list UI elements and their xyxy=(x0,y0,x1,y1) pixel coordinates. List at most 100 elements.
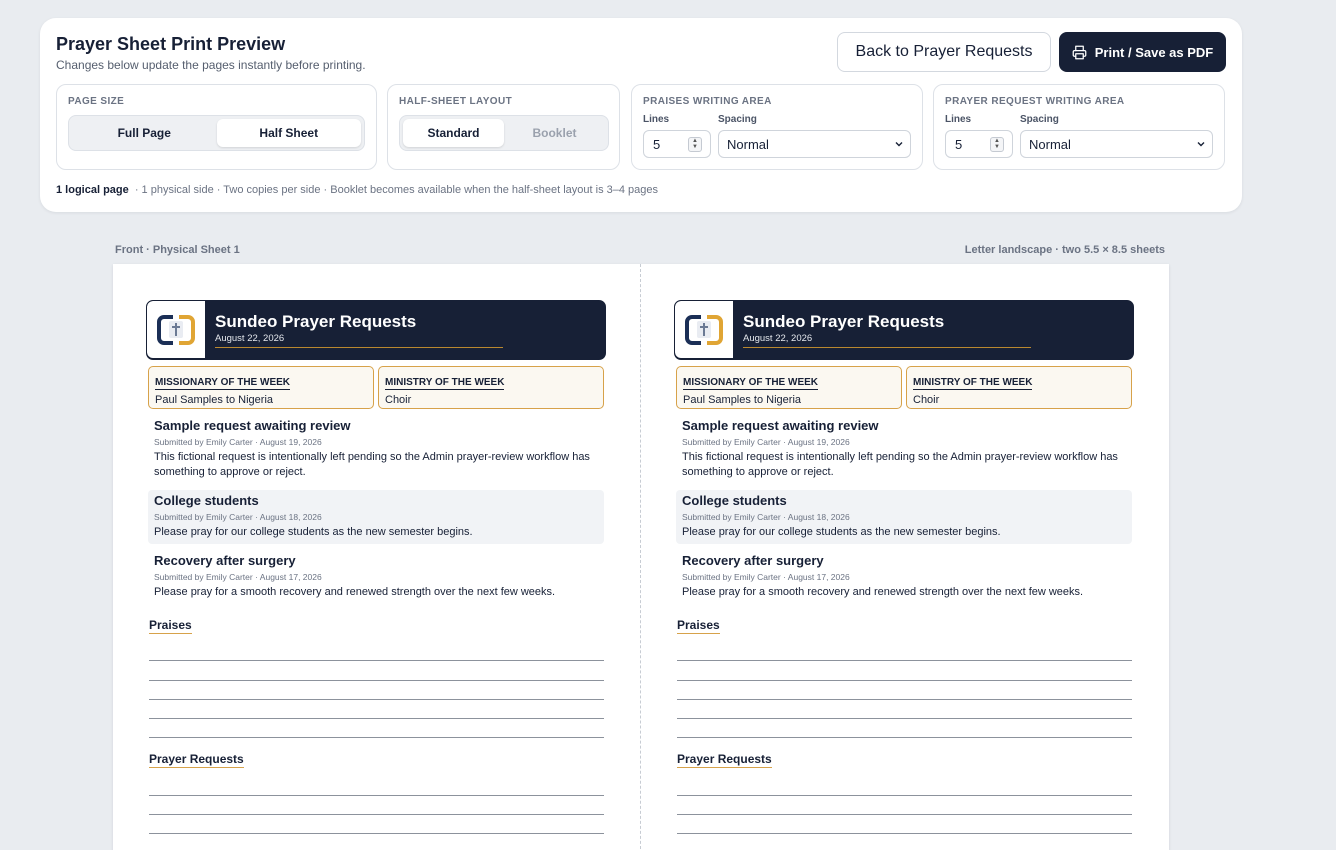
missionary-value: Paul Samples to Nigeria xyxy=(155,394,274,406)
fold-line xyxy=(640,264,641,850)
church-logo xyxy=(675,301,733,358)
print-save-pdf-button[interactable]: Print / Save as PDF xyxy=(1059,32,1226,72)
page-subtitle: Changes below update the pages instantly… xyxy=(56,58,366,72)
sheet-header: Sundeo Prayer Requests August 22, 2026 xyxy=(146,300,606,360)
writing-line xyxy=(677,700,1132,720)
prayer-request-item: Sample request awaiting review Submitted… xyxy=(148,415,604,484)
sundeo-logo-icon xyxy=(157,314,195,345)
missionary-label: MISSIONARY OF THE WEEK xyxy=(155,377,291,390)
writing-line xyxy=(677,776,1132,796)
church-logo xyxy=(147,301,205,358)
praises-heading: Praises xyxy=(677,618,720,634)
request-title: Sample request awaiting review xyxy=(682,418,879,433)
page-title: Prayer Sheet Print Preview xyxy=(56,34,286,54)
sheet-date: August 22, 2026 xyxy=(743,333,1031,348)
sheet-copy-left: Sundeo Prayer Requests August 22, 2026 M… xyxy=(146,300,606,850)
praises-heading: Praises xyxy=(149,618,192,634)
sheet-title: Sundeo Prayer Requests xyxy=(743,312,945,331)
writing-line xyxy=(149,661,604,681)
praises-writing-lines xyxy=(149,642,604,739)
prayer-writing-area-group: PRAYER REQUEST WRITING AREA Lines Spacin… xyxy=(933,84,1225,170)
writing-line xyxy=(149,834,604,850)
printer-icon xyxy=(1072,45,1087,59)
back-to-prayer-requests-button[interactable]: Back to Prayer Requests xyxy=(837,32,1051,72)
chevron-down-icon xyxy=(1197,142,1205,147)
praises-spacing-select[interactable]: Normal xyxy=(718,130,911,158)
prayer-requests-heading: Prayer Requests xyxy=(149,752,244,769)
summary-details: · 1 physical side · Two copies per side … xyxy=(134,184,659,196)
request-meta: Submitted by Emily Carter · August 18, 2… xyxy=(154,512,322,522)
ministry-of-week: MINISTRY OF THE WEEK Choir xyxy=(906,366,1132,409)
standard-option[interactable]: Standard xyxy=(403,119,504,147)
prayer-request-item: College students Submitted by Emily Cart… xyxy=(676,490,1132,544)
week-highlights: MISSIONARY OF THE WEEK Paul Samples to N… xyxy=(146,366,606,409)
ministry-label: MINISTRY OF THE WEEK xyxy=(913,377,1033,390)
writing-line xyxy=(677,719,1132,739)
half-sheet-layout-group: HALF-SHEET LAYOUT Standard Booklet xyxy=(387,84,620,170)
writing-line xyxy=(677,681,1132,700)
writing-line xyxy=(149,719,604,739)
sheet-header: Sundeo Prayer Requests August 22, 2026 xyxy=(674,300,1134,360)
ministry-label: MINISTRY OF THE WEEK xyxy=(385,377,505,390)
writing-line xyxy=(149,642,604,662)
chevron-down-icon xyxy=(895,142,903,147)
request-body: Please pray for a smooth recovery and re… xyxy=(154,586,556,598)
praises-spacing-value: Normal xyxy=(727,136,769,152)
prayer-spacing-label: Spacing xyxy=(1020,114,1059,125)
prayer-requests-heading: Prayer Requests xyxy=(677,752,772,769)
request-title: Recovery after surgery xyxy=(154,553,296,568)
page-size-label: PAGE SIZE xyxy=(68,96,125,107)
writing-line xyxy=(677,796,1132,816)
prayer-request-item: Recovery after surgery Submitted by Emil… xyxy=(676,550,1132,604)
prayer-lines-input[interactable]: 5 ▲ ▼ xyxy=(945,130,1013,158)
sheet-title: Sundeo Prayer Requests xyxy=(215,312,417,331)
ministry-value: Choir xyxy=(913,394,940,406)
writing-line xyxy=(677,642,1132,662)
praises-area-label: PRAISES WRITING AREA xyxy=(643,96,772,107)
request-title: Recovery after surgery xyxy=(682,553,824,568)
prayer-lines-stepper[interactable]: ▲ ▼ xyxy=(990,137,1004,152)
praises-lines-label: Lines xyxy=(643,114,670,125)
sheet-caption-right: Letter landscape · two 5.5 × 8.5 sheets xyxy=(964,244,1165,256)
prayer-lines-label: Lines xyxy=(945,114,972,125)
writing-line xyxy=(149,681,604,700)
praises-lines-value: 5 xyxy=(653,136,661,152)
missionary-of-week: MISSIONARY OF THE WEEK Paul Samples to N… xyxy=(676,366,902,409)
prayer-request-item: College students Submitted by Emily Cart… xyxy=(148,490,604,544)
request-body: Please pray for our college students as … xyxy=(682,526,1001,538)
sheet-caption-left: Front · Physical Sheet 1 xyxy=(115,244,240,256)
half-sheet-option[interactable]: Half Sheet xyxy=(216,119,361,147)
ministry-value: Choir xyxy=(385,394,412,406)
request-body: Please pray for a smooth recovery and re… xyxy=(682,586,1084,598)
prayer-spacing-value: Normal xyxy=(1029,136,1071,152)
request-title: College students xyxy=(682,493,787,508)
page-size-group: PAGE SIZE Full Page Half Sheet xyxy=(56,84,377,170)
praises-lines-stepper[interactable]: ▲ ▼ xyxy=(688,137,702,152)
writing-line xyxy=(149,815,604,835)
summary-page-count: 1 logical page xyxy=(56,184,129,196)
prayer-lines-value: 5 xyxy=(955,136,963,152)
writing-line xyxy=(677,661,1132,681)
sheet-copy-right: Sundeo Prayer Requests August 22, 2026 M… xyxy=(674,300,1134,850)
request-body: Please pray for our college students as … xyxy=(154,526,473,538)
praises-spacing-label: Spacing xyxy=(718,114,757,125)
prayer-writing-lines xyxy=(677,776,1132,850)
writing-line xyxy=(677,834,1132,850)
full-page-option[interactable]: Full Page xyxy=(72,119,217,147)
page-size-toggle: Full Page Half Sheet xyxy=(68,115,365,151)
missionary-label: MISSIONARY OF THE WEEK xyxy=(683,377,819,390)
sundeo-logo-icon xyxy=(685,314,723,345)
print-button-label: Print / Save as PDF xyxy=(1094,44,1214,60)
ministry-of-week: MINISTRY OF THE WEEK Choir xyxy=(378,366,604,409)
missionary-of-week: MISSIONARY OF THE WEEK Paul Samples to N… xyxy=(148,366,374,409)
prayer-writing-lines xyxy=(149,776,604,850)
praises-lines-input[interactable]: 5 ▲ ▼ xyxy=(643,130,711,158)
prayer-spacing-select[interactable]: Normal xyxy=(1020,130,1213,158)
request-body: This fictional request is intentionally … xyxy=(682,451,1118,478)
request-body: This fictional request is intentionally … xyxy=(154,451,590,478)
request-meta: Submitted by Emily Carter · August 17, 2… xyxy=(682,572,850,582)
booklet-option[interactable]: Booklet xyxy=(504,119,605,147)
request-meta: Submitted by Emily Carter · August 18, 2… xyxy=(682,512,850,522)
missionary-value: Paul Samples to Nigeria xyxy=(683,394,802,406)
writing-line xyxy=(149,700,604,720)
